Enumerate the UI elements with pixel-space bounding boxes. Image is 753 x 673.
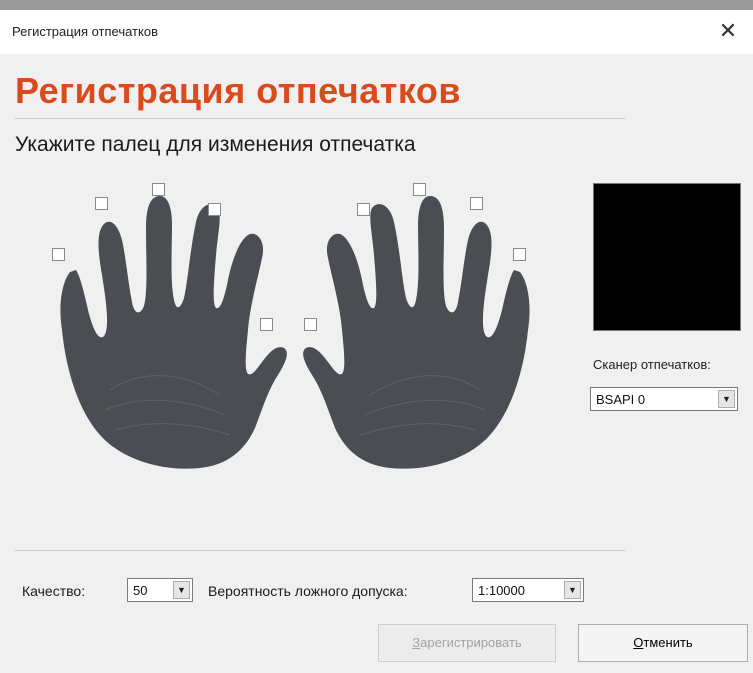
right-hand-icon [303, 196, 530, 469]
far-select-value: 1:10000 [478, 583, 525, 598]
finger-checkbox-left-ring[interactable] [95, 197, 108, 210]
finger-checkbox-right-ring[interactable] [470, 197, 483, 210]
top-frame-strip [0, 0, 753, 10]
cancel-button[interactable]: Отменить [578, 624, 748, 662]
finger-checkbox-right-index[interactable] [357, 203, 370, 216]
register-button-label: арегистрировать [420, 635, 522, 650]
finger-checkbox-right-thumb[interactable] [304, 318, 317, 331]
cancel-button-label: тменить [643, 635, 693, 650]
finger-checkbox-right-middle[interactable] [413, 183, 426, 196]
quality-select-value: 50 [133, 583, 148, 598]
far-label: Вероятность ложного допуска: [208, 583, 408, 599]
finger-checkbox-right-little[interactable] [513, 248, 526, 261]
finger-checkbox-left-little[interactable] [52, 248, 65, 261]
scanner-select-value: BSAPI 0 [596, 392, 646, 407]
finger-checkbox-left-index[interactable] [208, 203, 221, 216]
register-button-accel: З [412, 635, 421, 650]
quality-select[interactable]: 50 ▼ [127, 578, 193, 602]
quality-label: Качество: [22, 583, 86, 599]
chevron-down-icon[interactable]: ▼ [718, 390, 735, 408]
settings-divider [15, 550, 625, 551]
register-button[interactable]: Зарегистрировать [378, 624, 556, 662]
chevron-down-icon[interactable]: ▼ [173, 581, 190, 599]
cancel-button-accel: О [633, 635, 644, 650]
far-select[interactable]: 1:10000 ▼ [472, 578, 584, 602]
chevron-down-icon[interactable]: ▼ [564, 581, 581, 599]
scanner-preview [593, 183, 741, 331]
finger-checkbox-left-middle[interactable] [152, 183, 165, 196]
scanner-label: Сканер отпечатков: [593, 357, 711, 372]
left-hand-icon [60, 196, 287, 469]
hands-illustration [60, 196, 530, 469]
fingerprint-registration-window: Регистрация отпечатков ✕ Регистрация отп… [0, 10, 753, 673]
finger-checkbox-left-thumb[interactable] [260, 318, 273, 331]
scanner-select[interactable]: BSAPI 0 ▼ [590, 387, 738, 411]
